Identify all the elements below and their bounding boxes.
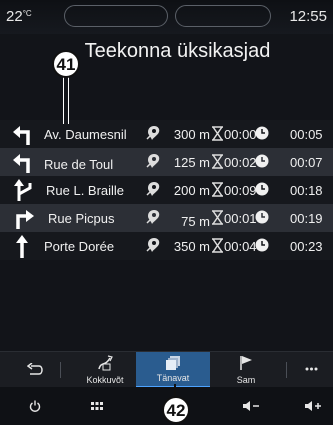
tab-separator xyxy=(60,362,61,378)
duration: 00:02 xyxy=(224,155,257,170)
arrival-time: 00:19 xyxy=(290,211,323,226)
apps-grid-icon xyxy=(91,402,103,410)
more-dots-icon xyxy=(305,367,318,371)
clock-icon xyxy=(255,182,269,196)
outside-temperature: 22°C xyxy=(6,8,32,25)
street-name: Av. Daumesnil xyxy=(44,127,127,142)
apps-button[interactable] xyxy=(82,395,112,417)
straight-icon xyxy=(16,235,28,258)
stacked-pages-icon xyxy=(166,356,180,370)
tab-streets[interactable]: Tänavat xyxy=(136,352,210,388)
callout-bottom: 42 xyxy=(162,396,190,424)
hourglass-icon xyxy=(212,126,223,141)
arrival-time: 00:23 xyxy=(290,239,323,254)
more-options-button[interactable] xyxy=(296,352,326,388)
hourglass-icon xyxy=(212,210,223,225)
volume-down-icon xyxy=(243,401,259,411)
clock-icon xyxy=(255,238,269,252)
route-row[interactable]: Av. Daumesnil 300 m 00:00 00:05 xyxy=(0,120,333,148)
tab-steps[interactable]: Sam xyxy=(222,352,270,388)
distance: 300 m xyxy=(173,127,210,142)
page-title: Teekonna üksikasjad xyxy=(84,40,271,62)
duration: 00:00 xyxy=(224,127,257,142)
distance-pin-icon xyxy=(146,238,160,252)
status-bar: 22°C 12:55 xyxy=(0,0,333,34)
hourglass-icon xyxy=(212,182,223,197)
street-name: Rue L. Braille xyxy=(46,183,125,198)
status-pill-left[interactable] xyxy=(64,5,168,27)
distance-pin-icon xyxy=(146,154,160,168)
turn-left-icon xyxy=(13,126,30,145)
callout-top: 41 xyxy=(52,50,80,78)
clock-icon xyxy=(255,126,269,140)
power-button[interactable] xyxy=(20,395,50,417)
distance: 350 m xyxy=(173,239,210,254)
clock-icon xyxy=(255,154,269,168)
fork-left-icon xyxy=(14,179,32,201)
tab-streets-label: Tänavat xyxy=(156,373,190,383)
callout-leader-line xyxy=(63,76,69,124)
duration: 00:04 xyxy=(224,239,257,254)
multimedia-screen: 22°C 12:55 Teekonna üksikasjad Av. Daume… xyxy=(0,0,333,425)
street-name: Rue Picpus xyxy=(48,211,115,226)
duration: 00:09 xyxy=(224,183,257,198)
tab-summary-label: Kokkuvõt xyxy=(86,375,124,385)
route-tab-bar: Kokkuvõt Tänavat Sam xyxy=(0,351,333,388)
distance-pin-icon xyxy=(146,182,160,196)
route-row[interactable]: Rue L. Braille 200 m 00:09 00:18 xyxy=(0,176,333,204)
distance: 125 m xyxy=(173,155,210,170)
arrival-time: 00:05 xyxy=(290,127,323,142)
volume-up-button[interactable] xyxy=(298,395,328,417)
back-button[interactable] xyxy=(18,352,52,388)
street-name: Rue de Toul xyxy=(44,157,114,172)
route-row[interactable]: Rue Picpus 75 m 00:01 00:19 xyxy=(0,204,333,232)
arrival-time: 00:07 xyxy=(290,155,323,170)
tab-steps-label: Sam xyxy=(236,375,256,385)
tab-summary[interactable]: Kokkuvõt xyxy=(80,352,130,388)
duration: 00:01 xyxy=(224,211,257,226)
status-pill-right[interactable] xyxy=(175,5,271,27)
street-name: Porte Dorée xyxy=(44,239,115,254)
back-arrow-icon xyxy=(27,363,43,375)
hourglass-icon xyxy=(212,154,223,169)
flag-icon xyxy=(240,356,252,370)
clock-icon xyxy=(255,210,269,224)
tab-separator xyxy=(286,362,287,378)
distance-pin-icon xyxy=(146,126,160,140)
distance: 200 m xyxy=(173,183,210,198)
volume-up-icon xyxy=(305,401,321,411)
power-icon xyxy=(29,400,41,412)
turn-right-icon xyxy=(16,210,34,229)
volume-down-button[interactable] xyxy=(236,395,266,417)
route-row[interactable]: Porte Dorée 350 m 00:04 00:23 xyxy=(0,232,333,260)
turn-left-icon xyxy=(13,154,30,173)
hourglass-icon xyxy=(212,238,223,253)
distance: 75 m xyxy=(181,214,210,229)
route-row[interactable]: Rue de Toul 125 m 00:02 00:07 xyxy=(0,148,333,176)
route-summary-icon xyxy=(98,355,113,371)
distance-pin-icon xyxy=(146,210,160,224)
clock: 12:55 xyxy=(289,8,327,25)
arrival-time: 00:18 xyxy=(290,183,323,198)
